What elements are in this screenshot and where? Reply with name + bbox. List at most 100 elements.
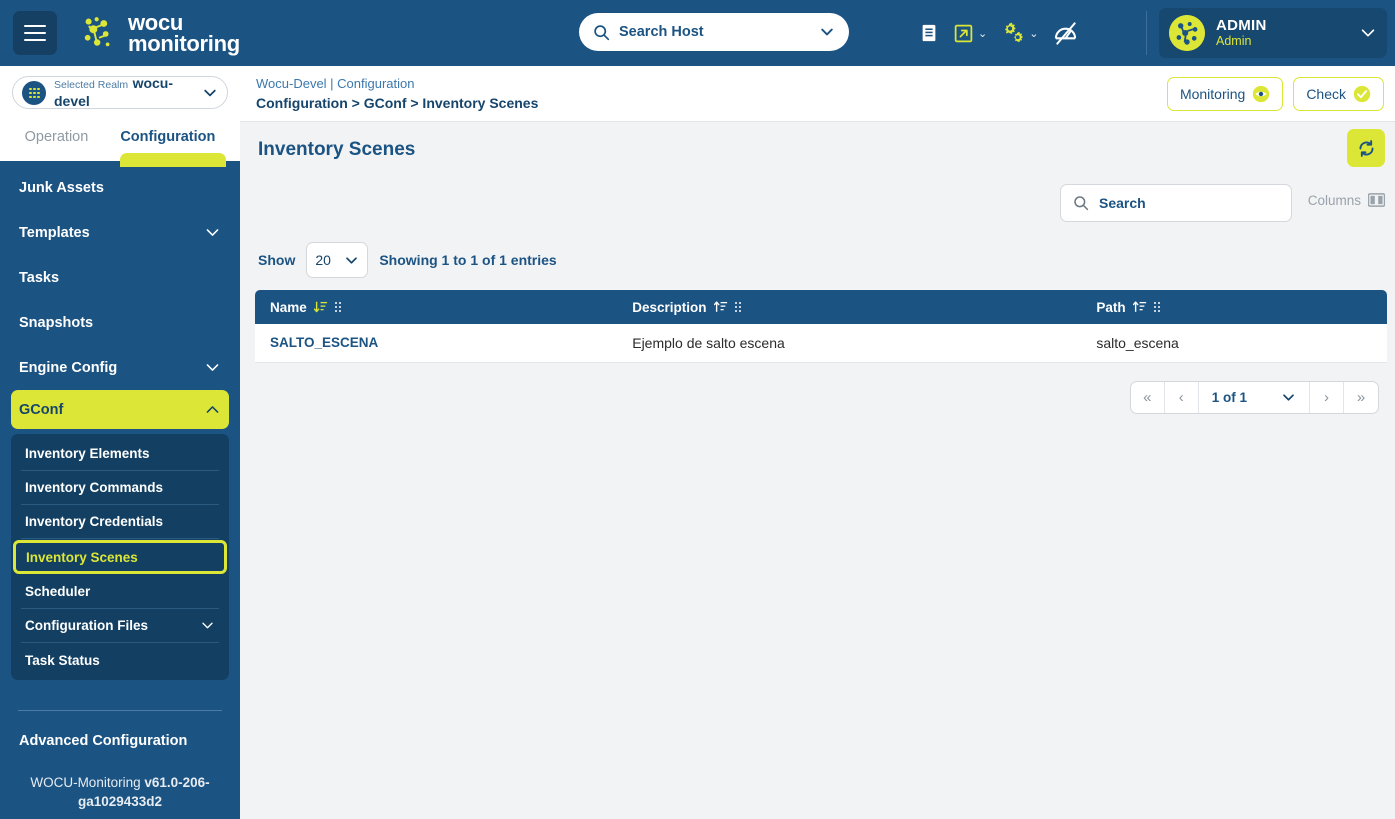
pagination: « ‹ 1 of 1 › » — [1129, 380, 1379, 414]
check-button-label: Check — [1306, 86, 1346, 102]
sidebar-item-label: GConf — [19, 401, 64, 418]
brand-text: wocu monitoring — [128, 10, 240, 55]
search-icon — [1074, 196, 1089, 211]
sidebar-item-engine-config[interactable]: Engine Config — [0, 345, 240, 390]
inventory-scenes-table: Name Description Path SALTO_ESCENA Ejemp… — [255, 290, 1387, 363]
columns-icon — [1368, 193, 1385, 207]
header-icon-group: ⌄ ⌄ — [915, 0, 1083, 66]
user-name: ADMIN — [1216, 17, 1267, 34]
search-input[interactable]: Search — [1060, 184, 1292, 222]
sidebar-item-label: Inventory Commands — [25, 480, 164, 495]
page-size-value: 20 — [315, 252, 331, 268]
table-header: Name Description Path — [255, 290, 1387, 324]
dashboard-off-icon — [1055, 21, 1077, 45]
cell-name[interactable]: SALTO_ESCENA — [255, 324, 618, 363]
hamburger-icon-line — [24, 25, 46, 27]
refresh-icon — [1359, 139, 1373, 157]
sidebar-item-tasks[interactable]: Tasks — [0, 255, 240, 300]
tab-operation[interactable]: Operation — [25, 129, 89, 145]
sidebar-item-inventory-commands[interactable]: Inventory Commands — [21, 471, 219, 505]
sidebar-item-label: Templates — [19, 224, 90, 241]
table-body: SALTO_ESCENA Ejemplo de salto escena sal… — [255, 324, 1387, 363]
sidebar-item-gconf[interactable]: GConf — [11, 390, 229, 429]
show-label: Show — [258, 252, 296, 268]
cell-path: salto_escena — [1081, 324, 1387, 363]
pagination-first-button[interactable]: « — [1131, 381, 1165, 413]
book-icon — [922, 24, 936, 42]
realm-text: Selected Realm wocu-devel — [54, 75, 202, 111]
realm-selector-wrap: Selected Realm wocu-devel — [0, 66, 240, 118]
hamburger-icon-line — [24, 32, 46, 34]
sidebar-item-task-status[interactable]: Task Status — [21, 643, 219, 677]
external-link-icon-button[interactable]: ⌄ — [949, 19, 991, 48]
columns-button[interactable]: Columns — [1308, 192, 1385, 208]
showing-entries-text: Showing 1 to 1 of 1 entries — [379, 252, 557, 268]
refresh-button[interactable] — [1347, 129, 1385, 167]
chevron-down-icon[interactable]: ⌄ — [1029, 27, 1038, 40]
sidebar-item-label: Inventory Scenes — [26, 549, 138, 565]
sort-descending-icon[interactable] — [313, 300, 328, 314]
sort-ascending-icon[interactable] — [1132, 300, 1147, 314]
show-entries-bar: Show 20 Showing 1 to 1 of 1 entries — [240, 236, 1395, 284]
columns-button-label: Columns — [1307, 192, 1361, 208]
main-content: Wocu-Devel | Configuration Configuration… — [240, 66, 1395, 819]
sidebar-item-inventory-elements[interactable]: Inventory Elements — [21, 437, 219, 471]
check-button[interactable]: Check — [1293, 77, 1384, 111]
version-prefix: WOCU-Monitoring — [30, 775, 145, 790]
sidebar-item-label: Junk Assets — [19, 179, 104, 196]
sort-ascending-icon[interactable] — [713, 300, 728, 314]
sidebar-tabs: Operation Configuration — [0, 118, 240, 167]
sidebar-item-snapshots[interactable]: Snapshots — [0, 300, 240, 345]
search-host-input[interactable]: Search Host — [579, 13, 849, 51]
chevron-down-icon[interactable] — [819, 24, 835, 40]
gears-icon-button[interactable]: ⌄ — [997, 18, 1042, 48]
hamburger-menu-button[interactable] — [13, 11, 57, 55]
sidebar-item-scheduler[interactable]: Scheduler — [21, 575, 219, 609]
brand-line-1: wocu — [128, 10, 184, 35]
table-row[interactable]: SALTO_ESCENA Ejemplo de salto escena sal… — [255, 324, 1387, 363]
cell-description: Ejemplo de salto escena — [617, 324, 1082, 363]
brand-logo[interactable]: wocu monitoring — [81, 10, 240, 55]
column-header-label: Path — [1096, 299, 1126, 315]
book-icon-button[interactable] — [915, 19, 943, 47]
sidebar-item-label: Engine Config — [19, 359, 118, 376]
gconf-submenu: Inventory Elements Inventory Commands In… — [11, 434, 229, 680]
page-size-select[interactable]: 20 — [306, 242, 369, 278]
column-drag-handle[interactable] — [334, 302, 341, 312]
column-header-name[interactable]: Name — [255, 290, 618, 324]
sidebar-item-inventory-credentials[interactable]: Inventory Credentials — [21, 505, 219, 539]
user-menu-button[interactable]: ADMIN Admin — [1159, 8, 1387, 58]
pagination-last-button[interactable]: » — [1344, 382, 1378, 413]
chevron-down-icon — [206, 364, 219, 371]
chevron-down-icon[interactable]: ⌄ — [978, 27, 987, 40]
chevron-down-icon[interactable] — [1359, 24, 1377, 42]
sidebar-item-configuration-files[interactable]: Configuration Files — [21, 609, 219, 643]
column-header-path[interactable]: Path — [1081, 290, 1387, 324]
sidebar-item-advanced-configuration[interactable]: Advanced Configuration — [0, 711, 240, 749]
column-header-description[interactable]: Description — [617, 290, 1082, 324]
table-header-row: Name Description Path — [255, 290, 1387, 324]
chevron-up-icon — [206, 406, 219, 413]
search-host-placeholder: Search Host — [619, 24, 704, 40]
sidebar-item-label: Scheduler — [25, 584, 91, 599]
tab-configuration[interactable]: Configuration — [120, 129, 215, 145]
monitoring-button[interactable]: Monitoring — [1166, 77, 1284, 111]
pagination-prev-button[interactable]: ‹ — [1165, 381, 1199, 413]
app-version: WOCU-Monitoring v61.0-206-ga1029433d2 — [0, 749, 240, 811]
chevron-down-icon[interactable] — [202, 85, 218, 101]
sidebar-item-templates[interactable]: Templates — [0, 210, 240, 255]
column-drag-handle[interactable] — [734, 302, 741, 312]
realm-selector[interactable]: Selected Realm wocu-devel — [12, 75, 228, 111]
search-icon — [594, 24, 610, 40]
sidebar-item-label: Snapshots — [19, 314, 94, 331]
dashboard-off-icon-button[interactable] — [1048, 16, 1083, 51]
gears-icon — [1005, 22, 1023, 43]
header-divider — [1146, 11, 1147, 55]
pagination-next-button[interactable]: › — [1310, 381, 1344, 413]
column-drag-handle[interactable] — [1153, 302, 1160, 312]
external-link-icon — [954, 24, 973, 42]
sidebar-item-inventory-scenes[interactable]: Inventory Scenes — [13, 540, 227, 574]
pagination-page-select[interactable]: 1 of 1 — [1199, 381, 1310, 413]
sidebar-item-junk-assets[interactable]: Junk Assets — [0, 165, 240, 210]
active-tab-indicator — [120, 153, 226, 167]
